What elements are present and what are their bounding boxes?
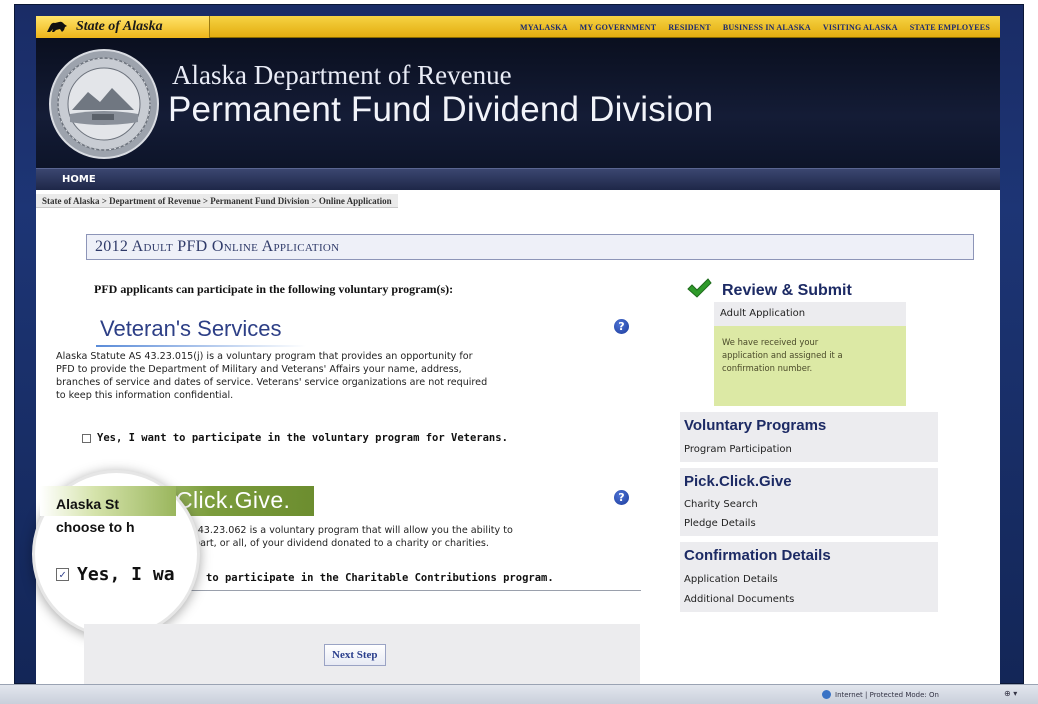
brand-label: State of Alaska [76, 19, 163, 34]
section-divider [136, 590, 641, 591]
sidebar-item-program-participation[interactable]: Program Participation [684, 444, 792, 455]
magnified-description-start: choose to h [56, 519, 135, 535]
pcg-checkbox-label-rest[interactable]: to participate in the Charitable Contrib… [206, 572, 554, 584]
toplink-my-government[interactable]: MY GOVERNMENT [580, 23, 657, 32]
sidebar-item-charity-search[interactable]: Charity Search [684, 499, 758, 510]
magnified-pcg-prefix: Alaska St [56, 496, 120, 512]
veterans-checkbox[interactable] [82, 433, 91, 443]
pcg-checkbox-row-magnified: ✓ Yes, I wa [56, 564, 175, 585]
department-name: Alaska Department of Revenue [172, 60, 512, 90]
page-title: 2012 Adult PFD Online Application [95, 238, 340, 255]
globe-icon [822, 690, 831, 699]
veterans-description-line: branches of service and dates of service… [56, 377, 488, 388]
pcg-description-line: part, or all, of your dividend donated t… [194, 538, 489, 549]
toplink-visiting[interactable]: VISITING ALASKA [823, 23, 898, 32]
confirmation-details-title[interactable]: Confirmation Details [684, 547, 831, 564]
zoom-control[interactable]: ⊕ ▾ [1004, 689, 1017, 698]
sidebar-item-additional-documents[interactable]: Additional Documents [684, 594, 794, 605]
bear-logo-icon [47, 21, 67, 32]
next-step-button[interactable]: Next Step [324, 644, 386, 666]
pcg-help-icon[interactable]: ? [614, 490, 629, 505]
toplink-business[interactable]: BUSINESS IN ALASKA [723, 23, 811, 32]
pick-click-give-sidebar-title[interactable]: Pick.Click.Give [684, 473, 792, 490]
pick-click-give-title: Click.Give. [176, 487, 291, 513]
security-zone[interactable]: Internet | Protected Mode: On [822, 690, 939, 699]
pcg-description-line: AS 43.23.062 is a voluntary program that… [182, 525, 513, 536]
toplink-state-employees[interactable]: STATE EMPLOYEES [910, 23, 990, 32]
notice-line: confirmation number. [722, 363, 813, 373]
voluntary-programs-title[interactable]: Voluntary Programs [684, 417, 826, 434]
veterans-description-line: Alaska Statute AS 43.23.015(j) is a volu… [56, 351, 473, 362]
review-submit-title[interactable]: Review & Submit [722, 282, 852, 300]
browser-status-bar: Internet | Protected Mode: On ⊕ ▾ [0, 684, 1038, 704]
toplink-resident[interactable]: RESIDENT [668, 23, 711, 32]
main-content: State of Alaska > Department of Revenue … [32, 190, 1000, 684]
veterans-help-icon[interactable]: ? [614, 319, 629, 334]
division-name: Permanent Fund Dividend Division [168, 90, 714, 129]
pcg-description: AS 43.23.062 is a voluntary program that… [182, 524, 513, 550]
site-banner: Alaska Department of Revenue Permanent F… [36, 38, 1000, 168]
confirmation-notice: We have received your application and as… [714, 326, 906, 406]
breadcrumb[interactable]: State of Alaska > Department of Revenue … [36, 194, 398, 208]
home-link[interactable]: HOME [62, 174, 96, 185]
sidebar-item-application-details[interactable]: Application Details [684, 574, 778, 585]
veterans-description: Alaska Statute AS 43.23.015(j) is a volu… [56, 350, 487, 402]
top-navigation-bar: State of Alaska MYALASKA MY GOVERNMENT R… [36, 16, 1000, 38]
sidebar-item-adult-application[interactable]: Adult Application [720, 308, 805, 319]
review-submit-header: Review & Submit [686, 276, 852, 300]
veterans-checkbox-label[interactable]: Yes, I want to participate in the volunt… [97, 432, 508, 444]
programs-intro: PFD applicants can participate in the fo… [94, 282, 454, 296]
notice-line: application and assigned it a [722, 350, 843, 360]
veterans-description-line: PFD to provide the Department of Militar… [56, 364, 462, 375]
security-zone-label: Internet | Protected Mode: On [835, 690, 939, 699]
pcg-checkbox-label-magnified[interactable]: Yes, I wa [77, 564, 175, 585]
home-nav-bar: HOME [36, 168, 1000, 190]
state-seal-icon [49, 49, 159, 159]
state-of-alaska-tab[interactable]: State of Alaska [36, 16, 210, 38]
sidebar-item-pledge-details[interactable]: Pledge Details [684, 518, 756, 529]
veterans-description-line: to keep this information confidential. [56, 390, 234, 401]
veterans-checkbox-row: Yes, I want to participate in the volunt… [82, 432, 508, 444]
checkmark-icon [687, 278, 712, 298]
notice-line: We have received your [722, 337, 819, 347]
pcg-checkbox[interactable]: ✓ [56, 568, 69, 581]
top-links: MYALASKA MY GOVERNMENT RESIDENT BUSINESS… [520, 16, 990, 38]
toplink-myalaska[interactable]: MYALASKA [520, 23, 568, 32]
page-title-box: 2012 Adult PFD Online Application [86, 234, 974, 260]
veterans-services-title: Veteran's Services [100, 316, 282, 341]
veterans-title-underline [96, 345, 306, 347]
